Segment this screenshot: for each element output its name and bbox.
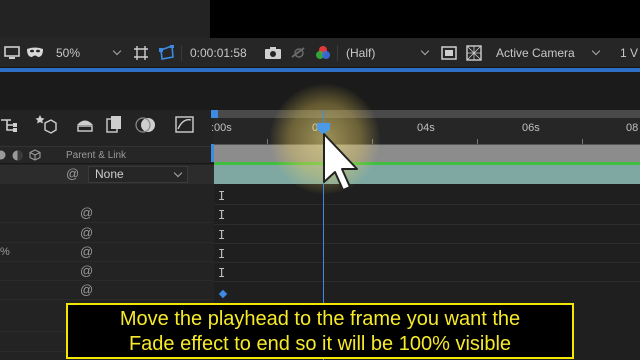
property-row[interactable]: @ [0,224,214,243]
motion-blur-icon[interactable] [135,114,157,136]
track-divider [214,204,640,205]
ruler-label: 08 [626,122,639,134]
camera-view-select[interactable]: Active Camera [496,38,575,68]
keyframe-ibeam-icon[interactable]: I [218,208,225,222]
spiral-pickwhip-icon[interactable]: @ [80,283,93,297]
spiral-pickwhip-icon[interactable]: @ [80,206,93,220]
composition-viewer [0,0,640,38]
parent-link-column-label: Parent & Link [66,150,127,161]
transparency-grid-icon[interactable] [466,38,482,68]
toolbar-divider [181,45,182,61]
timecode-value: 0:00:01:58 [190,46,247,60]
frame-blending-icon[interactable] [104,114,126,136]
viewer-canvas[interactable] [210,0,640,38]
timeline-switches-toolbar [0,110,214,144]
viewer-toolbar: 50% 0:00:01:58 (Half) Active Camera 1 V [0,38,640,68]
solo-icon[interactable] [12,150,23,164]
track-divider [214,281,640,282]
property-value-fragment: % [0,246,10,258]
zoom-level-select[interactable]: 50% [56,38,80,68]
mouse-pointer-icon [323,133,358,191]
mask-icon[interactable] [25,38,45,68]
current-time-display[interactable]: 0:00:01:58 [190,38,247,68]
property-row[interactable]: % @ [0,243,214,262]
property-row[interactable]: @ [0,204,214,223]
choose-grid-icon[interactable] [133,38,149,68]
caption-line-2: Fade effect to end so it will be 100% vi… [128,333,512,355]
camera-view-value: Active Camera [496,46,575,60]
graph-editor-icon[interactable] [174,114,196,136]
layer-columns-header: Parent & Link [0,146,214,164]
region-of-interest-icon[interactable] [158,38,176,68]
keyframe-ibeam-icon[interactable]: I [218,247,225,261]
color-channels-icon[interactable] [314,38,332,68]
monitor-icon[interactable] [4,38,20,68]
layer-row[interactable]: @ None [0,165,214,184]
ruler-label: 06s [522,122,540,134]
snapshot-icon[interactable] [264,38,282,68]
resolution-value: (Half) [346,46,376,60]
ruler-label: :00s [211,122,232,134]
track-divider [214,262,640,263]
chevron-down-icon[interactable] [420,46,430,56]
toolbar-divider [337,45,338,61]
caption-line-1: Move the playhead to the frame you want … [119,308,521,330]
parent-select[interactable]: None [88,166,188,183]
spiral-pickwhip-icon[interactable]: @ [80,264,93,278]
show-snapshot-icon[interactable] [290,38,308,68]
resolution-select[interactable]: (Half) [346,38,375,68]
view-layout-value: 1 V [620,46,639,60]
spiral-pickwhip-icon[interactable]: @ [80,226,93,240]
track-divider [214,243,640,244]
keyframe-ibeam-icon[interactable]: I [218,189,225,203]
spiral-pickwhip-icon[interactable]: @ [80,245,93,259]
draft-3d-icon[interactable] [35,114,57,136]
chevron-down-icon [173,168,183,178]
parent-select-value: None [95,167,124,181]
property-row[interactable]: @ [0,262,214,281]
3d-layer-icon[interactable] [29,149,41,164]
fast-preview-icon[interactable] [441,38,457,68]
keyframe-ibeam-icon[interactable]: I [218,228,225,242]
chevron-down-icon[interactable] [591,46,601,56]
spiral-pickwhip-icon[interactable]: @ [66,167,79,181]
tutorial-caption: Move the playhead to the frame you want … [66,303,574,359]
view-layout-select[interactable]: 1 V [620,38,638,68]
comp-flowchart-icon[interactable] [0,114,22,136]
chevron-down-icon[interactable] [112,46,122,56]
video-toggle-icon[interactable] [0,150,6,163]
keyframe-icon[interactable] [218,289,228,299]
work-area-start-handle[interactable] [211,110,218,118]
ruler-label: 04s [417,122,435,134]
shy-layers-icon[interactable] [74,114,96,136]
keyframe-ibeam-icon[interactable]: I [218,266,225,280]
zoom-level-value: 50% [56,46,81,60]
track-divider [214,224,640,225]
property-row[interactable]: @ [0,281,214,300]
